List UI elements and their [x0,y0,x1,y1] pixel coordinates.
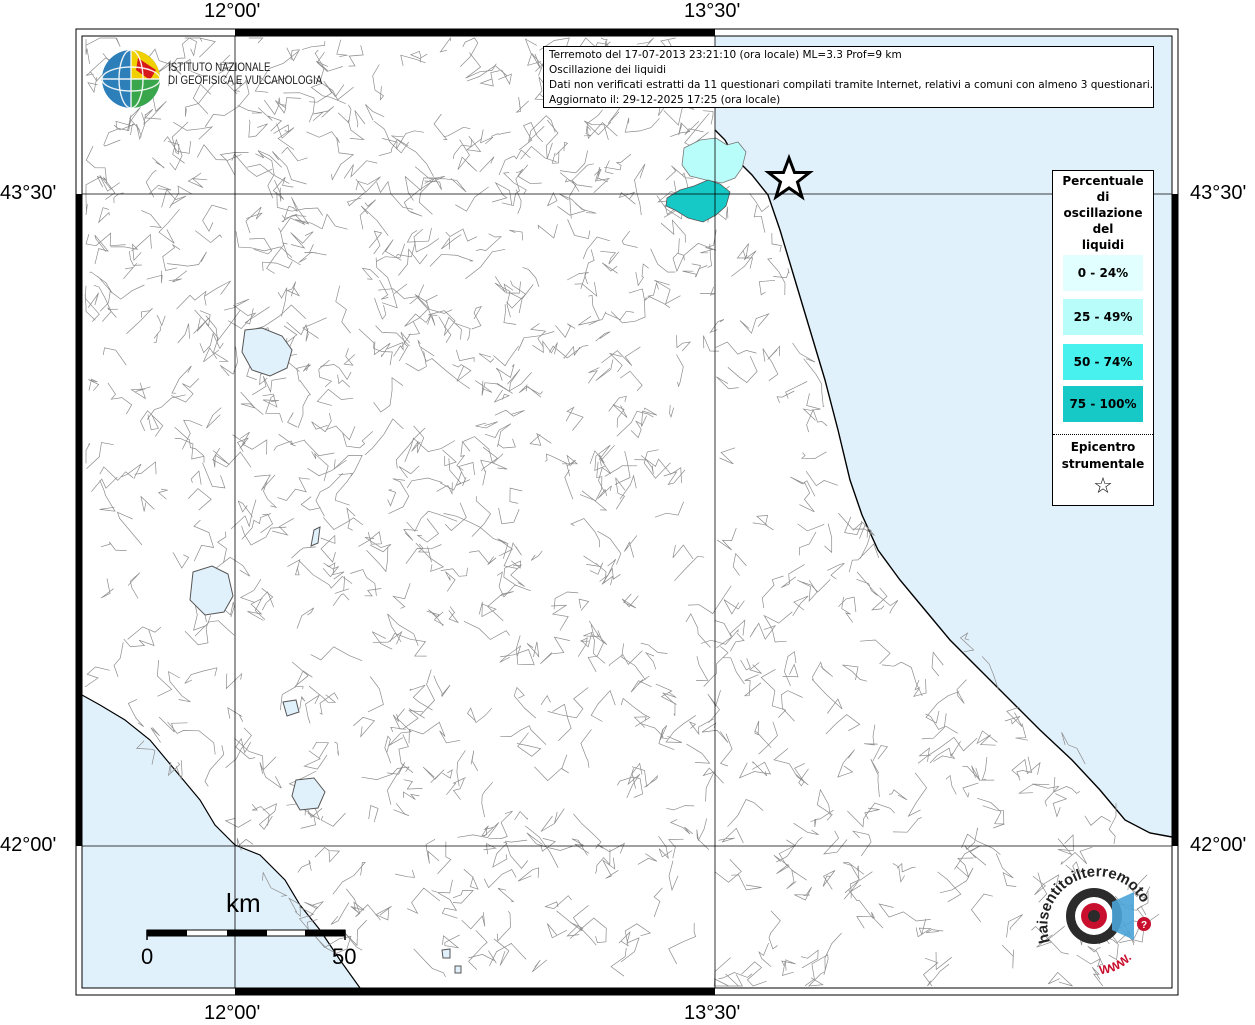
event-info-box: Terremoto del 17-07-2013 23:21:10 (ora l… [543,46,1154,108]
legend-class-0-24: 0 - 24% [1063,255,1143,291]
lake-trasimeno [241,327,293,377]
lat-label-left-lower: 42°00' [0,834,57,856]
lat-label-left-upper: 43°30' [0,182,57,204]
legend-epicenter-star-icon: ☆ [1093,474,1113,499]
lon-label-top-right: 13°30' [684,0,741,22]
lake-albano [441,948,451,959]
map-subject: Oscillazione dei liquidi [549,64,667,76]
legend-title: Percentuale di oscillazione del liquidi [1062,174,1144,252]
event-title: Terremoto del 17-07-2013 23:21:10 (ora l… [549,49,902,61]
data-note: Dati non verificati estratti da 11 quest… [549,79,1154,91]
scale-max-label: 50 [332,944,357,969]
lat-label-right-upper: 43°30' [1190,182,1247,204]
lake-bracciano [291,777,326,811]
legend-separator [1053,434,1153,435]
legend: Percentuale di oscillazione del liquidi … [1052,170,1154,506]
svg-text:?: ? [1141,920,1147,931]
ingv-name-line1: ISTITUTO NAZIONALE [168,62,271,74]
legend-class-25-49: 25 - 49% [1063,299,1143,335]
legend-class-75-100: 75 - 100% [1063,386,1143,422]
lon-label-top-left: 12°00' [204,0,261,22]
municipality-75-100 [665,179,731,223]
lake-nemi [454,965,462,974]
lat-label-right-lower: 42°00' [1190,834,1247,856]
legend-class-50-74: 50 - 74% [1063,344,1143,380]
municipality-25-49 [681,137,747,184]
lake-corbara [310,526,321,547]
updated-timestamp: Aggiornato il: 29-12-2025 17:25 (ora loc… [549,94,781,106]
scale-unit-label: km [226,888,261,918]
ingv-logo: ISTITUTO NAZIONALE DI GEOFISICA E VULCAN… [100,48,323,110]
legend-epicenter-title: Epicentro strumentale [1061,440,1145,471]
lake-vico [282,699,300,717]
tyrrhenian-sea [82,695,360,988]
scale-min-label: 0 [141,944,154,969]
ingv-globe-icon [101,49,161,109]
svg-text:WWW.: WWW. [1098,951,1134,978]
lon-label-bottom-right: 13°30' [684,1002,741,1024]
lake-bolsena [189,565,234,616]
lon-label-bottom-left: 12°00' [204,1002,261,1024]
haisentito-logo[interactable]: haisentitoilterremoto.it WWW. ? [1028,849,1170,982]
ingv-name-line2: DI GEOFISICA E VULCANOLOGIA [168,75,323,87]
